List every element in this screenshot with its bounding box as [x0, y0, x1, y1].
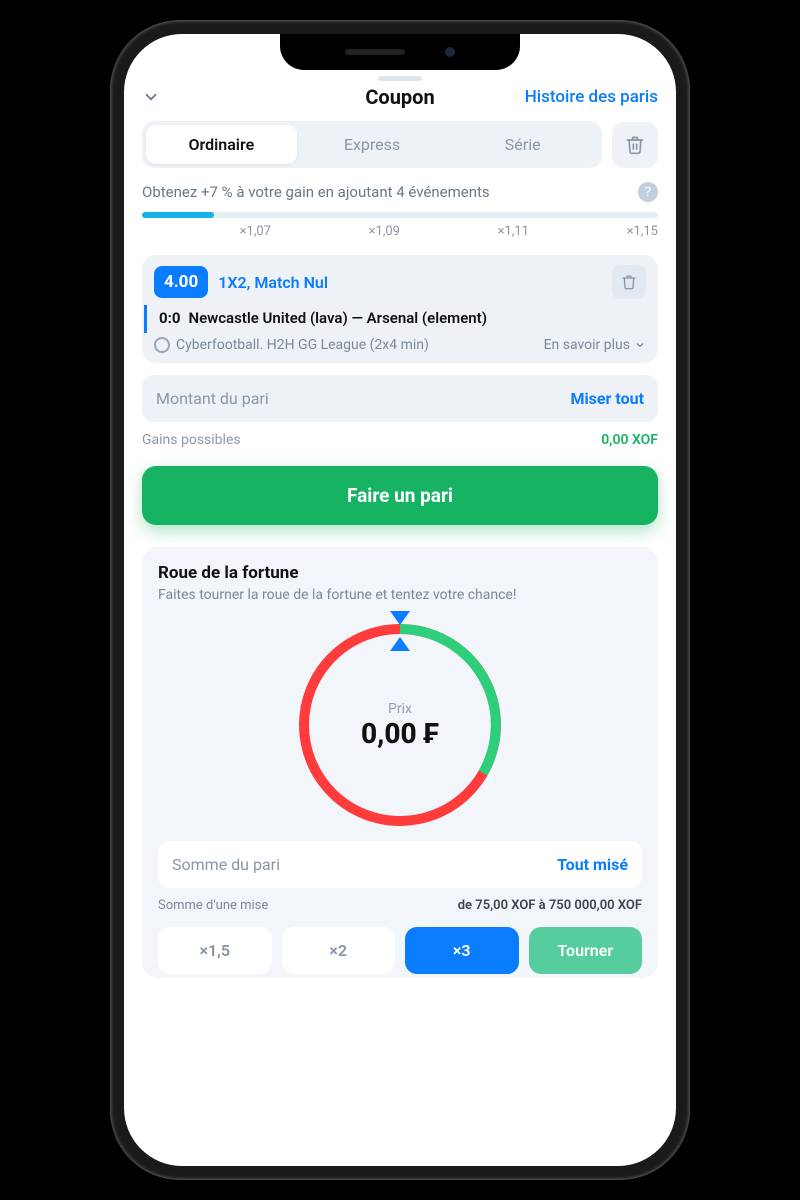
clear-coupon-button[interactable]	[612, 122, 658, 168]
wheel-bet-all-button[interactable]: Tout misé	[557, 855, 628, 874]
bonus-progress	[142, 212, 658, 218]
chevron-down-icon	[634, 339, 646, 351]
fortune-wheel-card: Roue de la fortune Faites tourner la rou…	[142, 547, 658, 978]
tab-express[interactable]: Express	[297, 125, 448, 164]
bet-league: Cyberfootball. H2H GG League (2x4 min)	[176, 337, 429, 353]
wheel-stake-range: Somme d'une mise de 75,00 XOF à 750 000,…	[158, 898, 642, 913]
multiplier-step: ×1,11	[400, 224, 529, 239]
possible-winnings-label: Gains possibles	[142, 432, 241, 448]
learn-more-label: En savoir plus	[544, 337, 630, 353]
camera-icon	[445, 47, 455, 57]
wheel-stake-input[interactable]: Somme du pari	[172, 855, 280, 874]
bet-odds[interactable]: 4.00	[154, 266, 208, 298]
multiplier-chip-1-5[interactable]: ×1,5	[158, 927, 272, 974]
multiplier-chip-2[interactable]: ×2	[282, 927, 396, 974]
fortune-wheel[interactable]: Prix 0,00 ₣	[290, 615, 510, 835]
bonus-hint: Obtenez +7 % à votre gain en ajoutant 4 …	[142, 182, 658, 202]
learn-more-link[interactable]: En savoir plus	[544, 337, 646, 353]
place-bet-button[interactable]: Faire un pari	[142, 466, 658, 525]
football-icon	[154, 337, 170, 353]
bet-match: Newcastle United (lava) — Arsenal (eleme…	[188, 309, 487, 327]
bet-type-tabs: Ordinaire Express Série	[142, 121, 602, 168]
multiplier-chip-3[interactable]: ×3	[405, 927, 519, 974]
header: Coupon Histoire des paris	[124, 85, 676, 121]
sheet-handle[interactable]	[378, 76, 422, 81]
multiplier-step: ×1,07	[142, 224, 271, 239]
wheel-range-value: de 75,00 XOF à 750 000,00 XOF	[458, 898, 642, 913]
trash-icon	[625, 135, 645, 155]
phone-notch	[280, 34, 520, 70]
speaker-icon	[345, 49, 405, 55]
bet-all-button[interactable]: Miser tout	[570, 389, 644, 408]
wheel-price-value: 0,00 ₣	[361, 717, 439, 750]
spin-button[interactable]: Tourner	[529, 927, 643, 974]
bonus-hint-text: Obtenez +7 % à votre gain en ajoutant 4 …	[142, 183, 490, 201]
tab-series[interactable]: Série	[447, 125, 598, 164]
phone-frame: Coupon Histoire des paris Ordinaire Expr…	[110, 20, 690, 1180]
tab-ordinary[interactable]: Ordinaire	[146, 125, 297, 164]
wheel-stake-input-row[interactable]: Somme du pari Tout misé	[158, 841, 642, 888]
wheel-range-label: Somme d'une mise	[158, 898, 268, 913]
trash-icon	[621, 274, 637, 290]
wheel-price-label: Prix	[388, 701, 412, 717]
help-icon[interactable]: ?	[638, 182, 658, 202]
remove-bet-button[interactable]	[612, 265, 646, 299]
multiplier-step: ×1,15	[529, 224, 658, 239]
bet-market: 1X2, Match Nul	[218, 273, 328, 292]
phone-bezel: Coupon Histoire des paris Ordinaire Expr…	[124, 34, 676, 1166]
page-title: Coupon	[124, 85, 676, 109]
wheel-title: Roue de la fortune	[158, 563, 642, 583]
wheel-subtitle: Faites tourner la roue de la fortune et …	[158, 587, 642, 603]
bet-card: 4.00 1X2, Match Nul 0:0 Newcastle United…	[142, 255, 658, 363]
possible-winnings-value: 0,00 XOF	[601, 432, 658, 448]
stake-input[interactable]: Montant du pari	[156, 389, 269, 408]
stake-input-row[interactable]: Montant du pari Miser tout	[142, 375, 658, 422]
bonus-multipliers: ×1,07 ×1,09 ×1,11 ×1,15	[142, 224, 658, 239]
possible-winnings: Gains possibles 0,00 XOF	[142, 432, 658, 448]
multiplier-step: ×1,09	[271, 224, 400, 239]
bet-score: 0:0	[159, 309, 180, 327]
app-screen: Coupon Histoire des paris Ordinaire Expr…	[124, 34, 676, 1166]
